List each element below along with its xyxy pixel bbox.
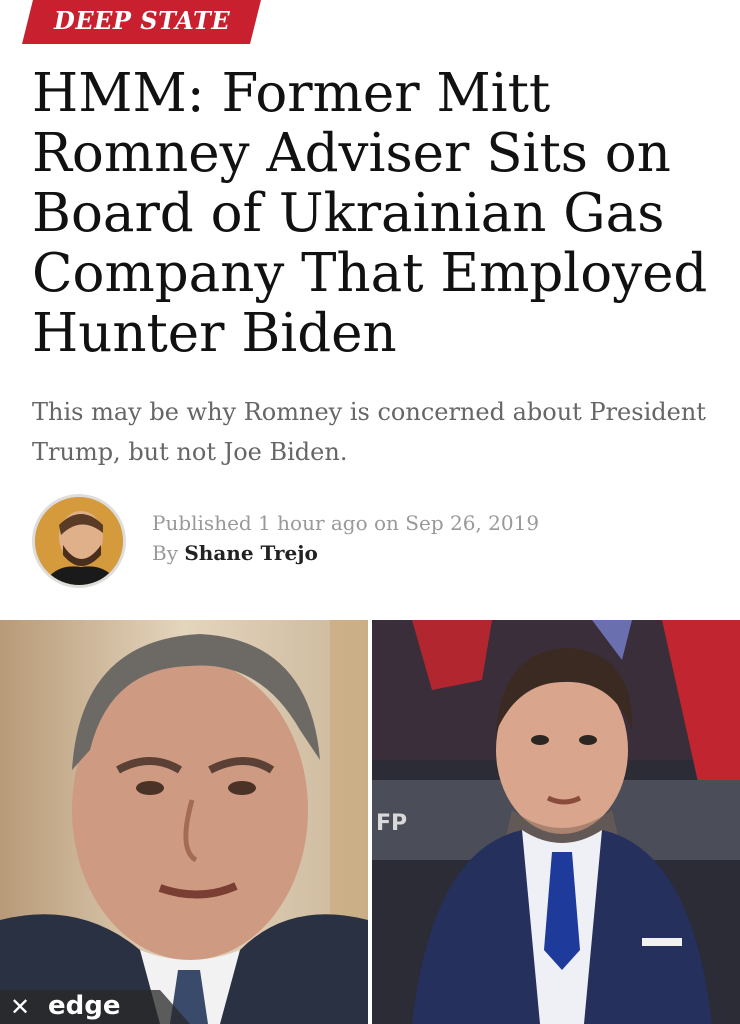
- by-prefix: By: [152, 541, 178, 565]
- author-name-link[interactable]: Shane Trejo: [184, 541, 317, 565]
- edge-logo[interactable]: edge: [48, 990, 121, 1022]
- category-tag[interactable]: DEEP STATE: [54, 6, 230, 35]
- author-avatar[interactable]: [32, 494, 126, 588]
- close-icon[interactable]: ✕: [10, 993, 30, 1021]
- article-headline: HMM: Former Mitt Romney Adviser Sits on …: [32, 63, 708, 364]
- svg-text:FP: FP: [376, 811, 407, 836]
- byline: Published 1 hour ago on Sep 26, 2019 By …: [152, 508, 539, 568]
- author-line: By Shane Trejo: [152, 538, 539, 568]
- hunter-biden-photo: FP: [372, 620, 740, 1024]
- article-subtitle: This may be why Romney is concerned abou…: [32, 398, 706, 466]
- publish-date: Published 1 hour ago on Sep 26, 2019: [152, 511, 540, 535]
- romney-photo: [0, 620, 368, 1024]
